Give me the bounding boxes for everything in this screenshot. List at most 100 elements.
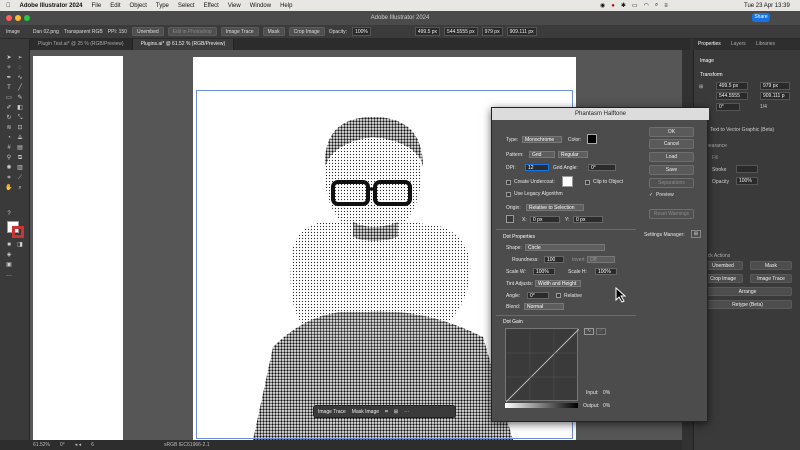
legacy-checkbox[interactable] [506, 192, 511, 197]
selection-tool-icon[interactable]: ➤ [5, 55, 13, 61]
load-button[interactable]: Load [649, 152, 694, 162]
angle-field[interactable]: 0° [527, 292, 549, 299]
roundness-field[interactable]: 100 [544, 256, 564, 263]
lasso-icon[interactable]: ◌ [16, 65, 24, 71]
preview-check-icon[interactable]: ✓ [649, 192, 653, 198]
panel-retype-button[interactable]: Retype (Beta) [703, 300, 792, 309]
free-transform-icon[interactable]: ⊡ [16, 125, 24, 131]
menu-edit[interactable]: Edit [110, 3, 120, 9]
gradient-icon[interactable]: ▤ [16, 145, 24, 151]
hand-tool-icon[interactable]: ✋ [5, 185, 13, 191]
undercoat-swatch[interactable] [562, 176, 573, 187]
panel-arrange-button[interactable]: Arrange [703, 287, 792, 296]
blend-icon[interactable]: ⧉ [16, 155, 24, 161]
status-icon[interactable]: ◉ [600, 2, 605, 9]
edit-toolbar-icon[interactable]: … [5, 272, 13, 278]
screen-mode-icon[interactable]: ▣ [5, 262, 13, 268]
origin-y-field[interactable]: 0 px [573, 216, 603, 223]
tint-select[interactable]: Width and Height [535, 280, 581, 287]
slice-icon[interactable]: ⟋ [16, 175, 24, 181]
eyedropper-icon[interactable]: ⚲ [5, 155, 13, 161]
apple-icon[interactable]:  [6, 3, 11, 9]
ok-button[interactable]: OK [649, 127, 694, 137]
rotate-icon[interactable]: ↻ [5, 115, 13, 121]
gradient-mode-icon[interactable]: ◨ [16, 242, 24, 248]
undercoat-checkbox[interactable] [506, 180, 511, 185]
mesh-icon[interactable]: # [5, 145, 13, 151]
x-field[interactable]: 499.5 px [414, 27, 441, 36]
stroke-swatch[interactable] [12, 226, 24, 238]
menu-file[interactable]: File [92, 3, 102, 9]
rectangle-tool-icon[interactable]: ▭ [5, 95, 13, 101]
zoom-level[interactable]: 61.52% [33, 442, 50, 448]
save-button[interactable]: Save [649, 165, 694, 175]
shaper-icon[interactable]: ✐ [5, 105, 13, 111]
color-swatch[interactable] [587, 134, 597, 144]
rotate-view[interactable]: 0° [60, 442, 65, 448]
artboard-nav-icon[interactable]: ◂ ◂ [75, 442, 81, 448]
shape-select[interactable]: Circle [525, 244, 605, 251]
paintbrush-icon[interactable]: ✎ [16, 95, 24, 101]
text-to-vector-label[interactable]: Text to Vector Graphic (Beta) [710, 127, 774, 133]
invert-select[interactable]: Off [587, 256, 615, 263]
tab-plugins[interactable]: Plugins.ai* @ 61.52 % (RGB/Preview) [132, 39, 235, 50]
mask-button[interactable]: Mask [262, 27, 285, 36]
scale-icon[interactable]: ⤡ [16, 115, 24, 121]
scale-w-field[interactable]: 100% [533, 268, 555, 275]
relative-checkbox[interactable] [556, 293, 561, 298]
app-menu[interactable]: Adobe Illustrator 2024 [20, 3, 83, 9]
crop-image-button[interactable]: Crop Image [288, 27, 325, 36]
tab-properties[interactable]: Properties [693, 39, 726, 50]
curvature-icon[interactable]: ∿ [16, 75, 24, 81]
stroke-field[interactable] [736, 165, 758, 173]
zoom-tool-icon[interactable]: ⌕ [16, 185, 24, 191]
edit-photoshop-button[interactable]: Edit in Photoshop [167, 27, 217, 36]
shape-builder-icon[interactable]: ◔ [5, 135, 13, 141]
battery-icon[interactable]: ▭ [632, 2, 638, 9]
graph-tool-icon[interactable]: ▥ [16, 165, 24, 171]
linear-mode-icon[interactable]: ⟋ [596, 328, 606, 335]
close-window-icon[interactable] [6, 15, 12, 21]
y-field[interactable]: 544.5555 px [444, 27, 478, 36]
zoom-window-icon[interactable] [24, 15, 30, 21]
image-trace-button[interactable]: Image Trace [220, 27, 259, 36]
ctx-mask-image-button[interactable]: Mask Image [352, 409, 379, 415]
color-mode-icon[interactable]: ■ [5, 242, 13, 248]
type-select[interactable]: Monochrome [522, 136, 562, 143]
separations-button[interactable]: Separations [649, 178, 694, 188]
grid-angle-field[interactable]: 0° [588, 164, 616, 171]
share-button[interactable]: Share [752, 13, 770, 22]
artboard-tool-icon[interactable]: ⌗ [5, 175, 13, 181]
panel-y-field[interactable]: 544.5555 [716, 92, 748, 100]
symbol-sprayer-icon[interactable]: ✺ [5, 165, 13, 171]
h-field[interactable]: 909.111 px [506, 27, 537, 36]
menu-type[interactable]: Type [156, 3, 169, 9]
scale-h-field[interactable]: 100% [595, 268, 617, 275]
panel-rotate-field[interactable]: 0° [716, 103, 740, 111]
reference-point-icon[interactable]: ⊞ [699, 84, 703, 90]
panel-w-field[interactable]: 979 px [760, 82, 790, 90]
artboard-number[interactable]: 6 [91, 442, 94, 448]
origin-point-icon[interactable] [506, 215, 514, 223]
tab-libraries[interactable]: Libraries [751, 39, 780, 50]
panel-h-field[interactable]: 909.111 p [760, 92, 790, 100]
panel-unembed-button[interactable]: Unembed [703, 261, 743, 270]
perspective-icon[interactable]: ⟁ [16, 135, 24, 141]
direct-selection-icon[interactable]: ➢ [16, 55, 24, 61]
curve-mode-icon[interactable]: ∿ [584, 328, 594, 335]
pen-tool-icon[interactable]: ✒ [5, 75, 13, 81]
settings-menu-icon[interactable]: ⊞ [691, 230, 701, 238]
origin-x-field[interactable]: 0 px [530, 216, 560, 223]
search-icon[interactable]: ⌕ [655, 2, 658, 9]
ctx-image-trace-button[interactable]: Image Trace [318, 409, 346, 415]
opacity-field[interactable]: 100% [352, 27, 371, 36]
minimize-window-icon[interactable] [15, 15, 21, 21]
magic-wand-icon[interactable]: ✧ [5, 65, 13, 71]
panel-x-field[interactable]: 499.5 px [716, 82, 748, 90]
panel-mask-button[interactable]: Mask [750, 261, 792, 270]
linked-file[interactable]: Dan 02.png [33, 29, 59, 35]
menu-help[interactable]: Help [280, 3, 292, 9]
crop-icon[interactable]: ⌗ [385, 409, 388, 415]
menu-select[interactable]: Select [178, 3, 195, 9]
menu-object[interactable]: Object [130, 3, 147, 9]
